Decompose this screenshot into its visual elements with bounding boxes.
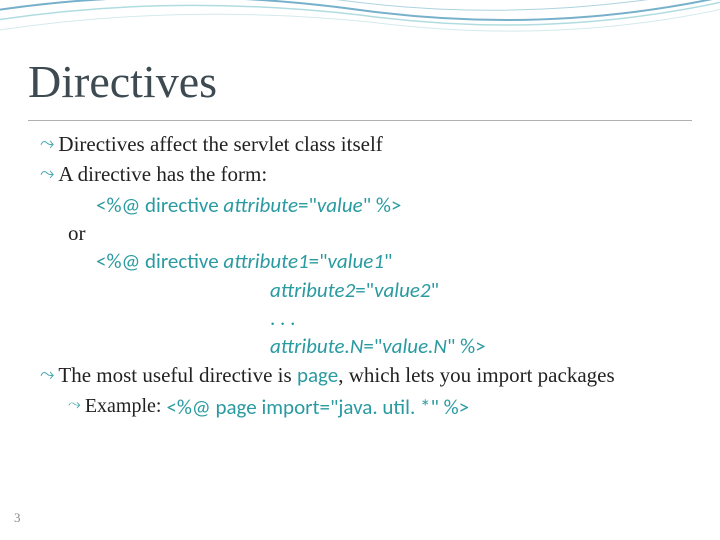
code-prefix: <%@ directive: [96, 248, 223, 274]
b3-code: page: [297, 362, 338, 388]
bullet-3-text: The most useful directive is page, which…: [58, 361, 690, 389]
code-valN: value.N: [382, 333, 447, 359]
bullet-2: ⤳ A directive has the form:: [40, 160, 690, 188]
example-line: ⤳ Example: <%@ page import="java. util. …: [40, 393, 690, 421]
code-eq: =": [355, 277, 374, 303]
code-attrN: attribute.N: [270, 333, 363, 359]
code-val1: value1: [328, 248, 384, 274]
code-line-1: <%@ directive attribute="value" %>: [40, 191, 690, 219]
page-title: Directives: [28, 55, 217, 108]
bullet-icon: ⤳: [40, 361, 54, 387]
title-divider: [28, 120, 692, 121]
code-text: <%@ directive: [96, 192, 223, 218]
example-code: <%@ page import="java. util. *" %>: [166, 393, 469, 421]
example-label: Example:: [85, 393, 162, 420]
code-line-2n: attribute.N="value.N" %>: [40, 332, 690, 360]
page-number: 3: [14, 510, 21, 526]
or-text: or: [40, 219, 690, 247]
code-eq: =": [363, 333, 382, 359]
code-end: " %>: [447, 333, 486, 359]
bullet-icon: ⤳: [40, 160, 54, 186]
content-area: ⤳ Directives affect the servlet class it…: [40, 130, 690, 421]
bullet-icon: ⤳: [40, 130, 54, 156]
code-eq: =": [309, 248, 328, 274]
code-line-2a: <%@ directive attribute1="value1": [40, 247, 690, 275]
code-q: ": [431, 277, 439, 303]
code-attr2: attribute2: [270, 277, 355, 303]
code-attr: attribute: [223, 192, 298, 218]
code-eq: =": [298, 192, 317, 218]
bullet-1: ⤳ Directives affect the servlet class it…: [40, 130, 690, 158]
code-dots: . . .: [270, 305, 295, 331]
bullet-2-text: A directive has the form:: [58, 160, 690, 188]
code-suffix: " %>: [363, 192, 402, 218]
bullet-icon: ⤳: [68, 393, 81, 416]
code-val2: value2: [374, 277, 430, 303]
code-line-dots: . . .: [40, 304, 690, 332]
code-line-2b: attribute2="value2": [40, 276, 690, 304]
b3-post: , which lets you import packages: [338, 363, 614, 387]
code-q: ": [384, 248, 392, 274]
code-val: value: [317, 192, 363, 218]
b3-pre: The most useful directive is: [58, 363, 297, 387]
bullet-1-text: Directives affect the servlet class itse…: [58, 130, 690, 158]
bullet-3: ⤳ The most useful directive is page, whi…: [40, 361, 690, 389]
code-attr1: attribute1: [223, 248, 308, 274]
